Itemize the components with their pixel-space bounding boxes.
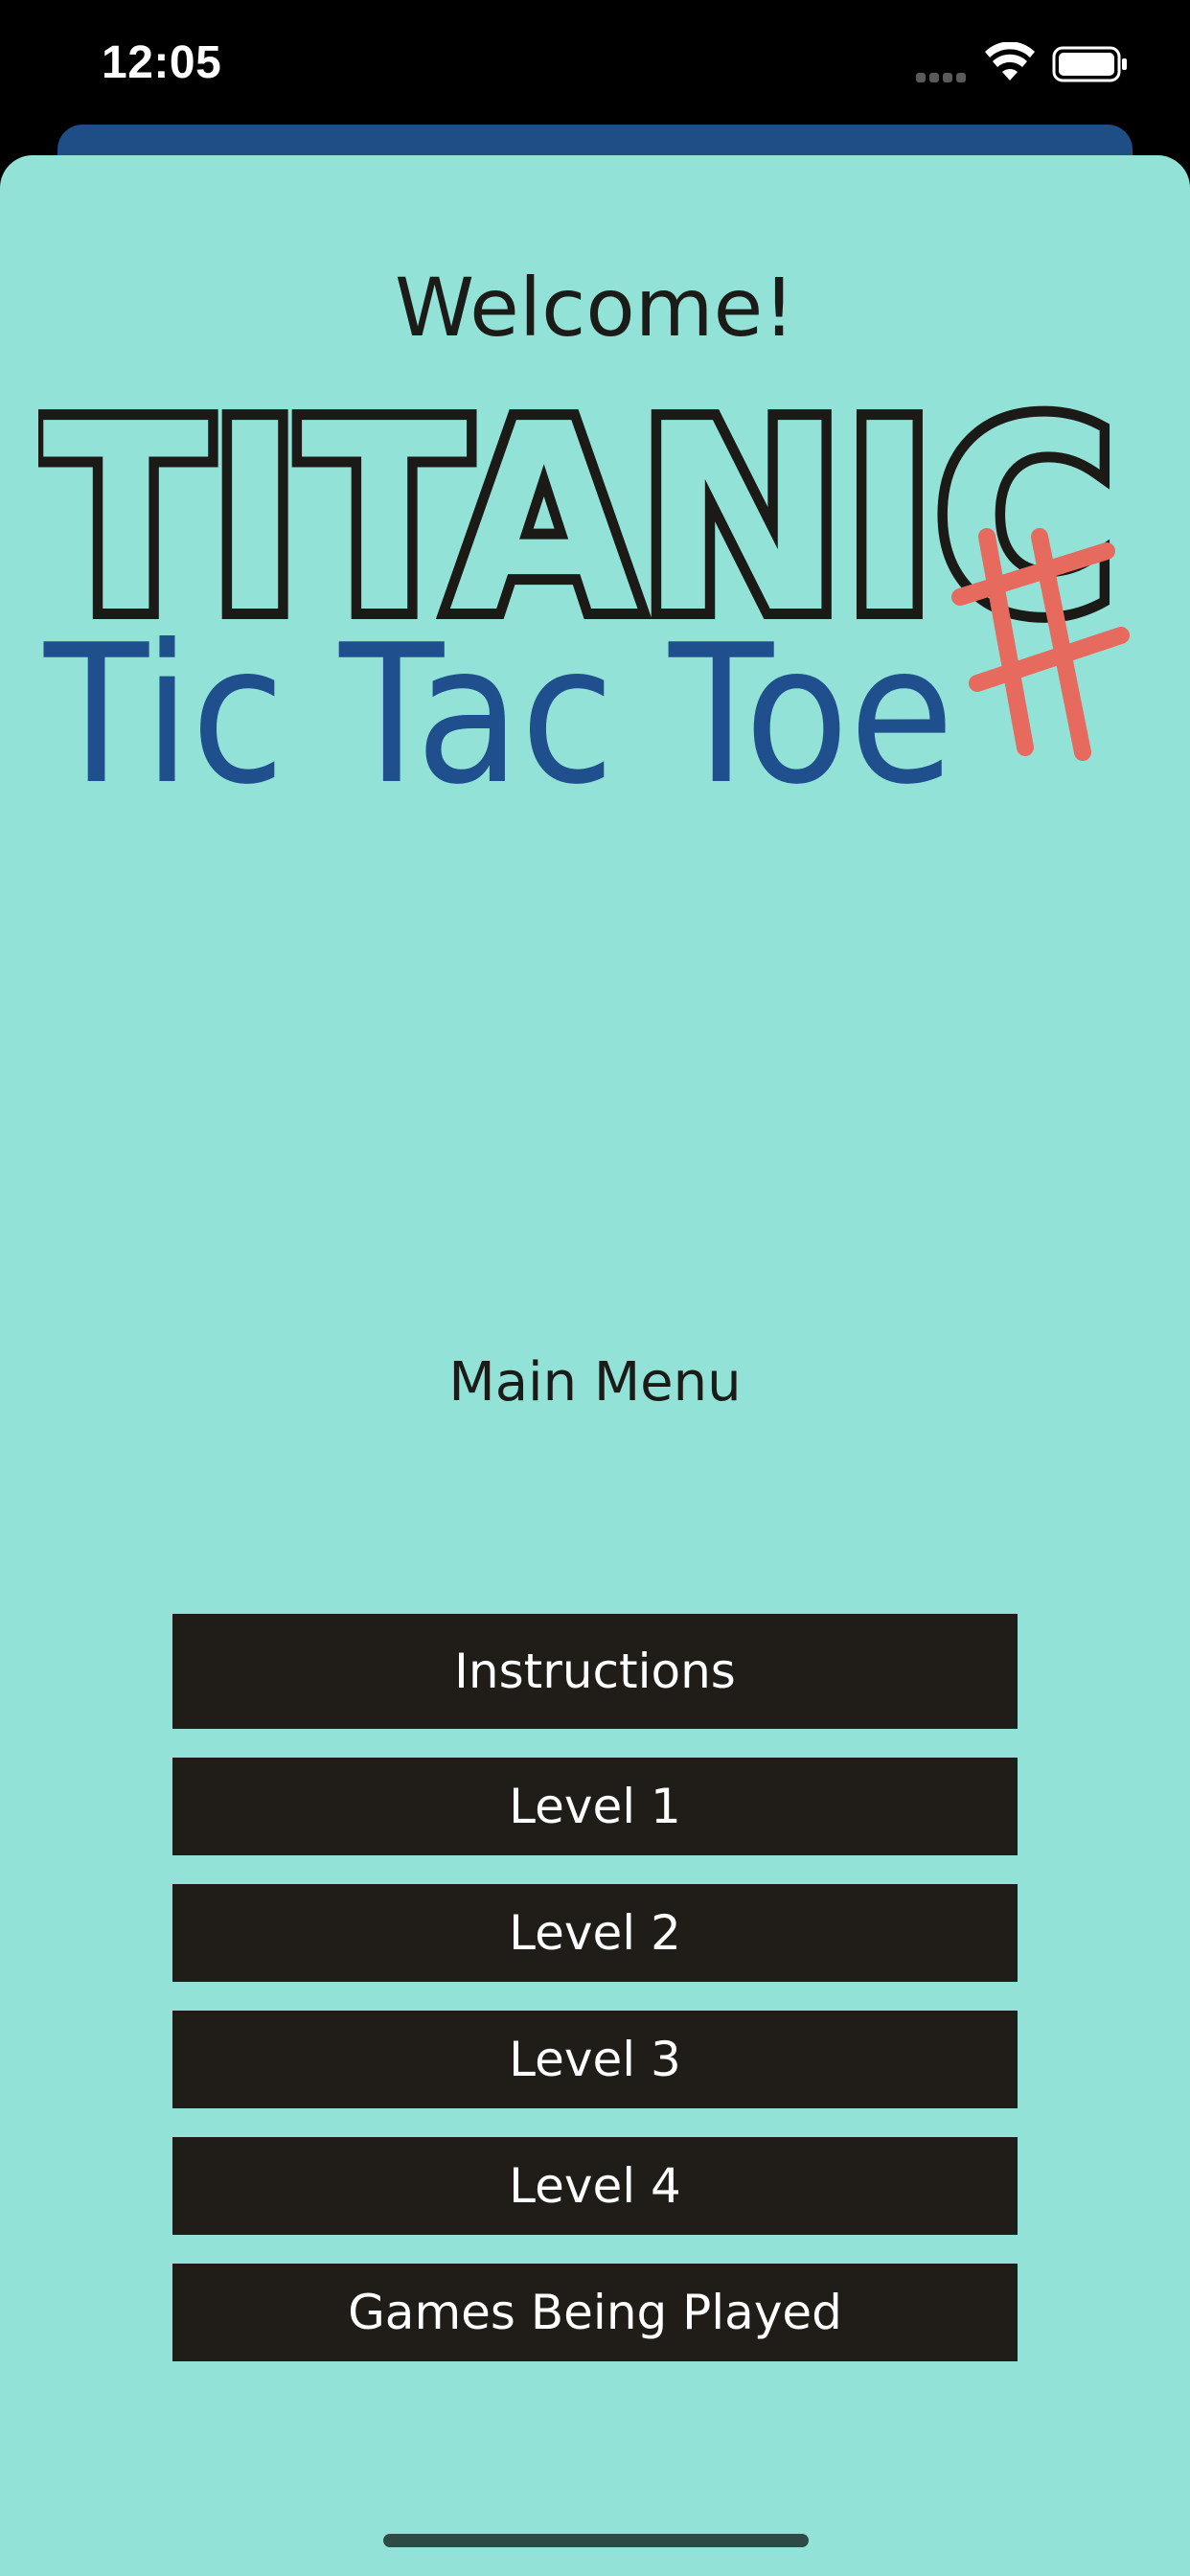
level-4-button[interactable]: Level 4 [172, 2137, 1018, 2235]
signal-icon [916, 70, 972, 82]
level-3-button[interactable]: Level 3 [172, 2011, 1018, 2108]
instructions-button[interactable]: Instructions [172, 1614, 1018, 1729]
status-bar: 12:05 [0, 0, 1190, 134]
titanic-tic-tac-toe-logo: TITANIC Tic Tac Toe [38, 379, 1130, 819]
wifi-icon [985, 42, 1035, 80]
level-2-button[interactable]: Level 2 [172, 1884, 1018, 1982]
battery-icon [1052, 46, 1127, 82]
logo-subtitle: Tic Tac Toe [43, 604, 954, 819]
app-screen: 12:05 Welcome! TITANIC Tic Tac Toe Main … [0, 0, 1190, 2576]
home-indicator[interactable] [383, 2534, 809, 2547]
main-menu-title: Main Menu [448, 1351, 742, 1414]
status-time: 12:05 [102, 37, 222, 88]
welcome-heading: Welcome! [395, 261, 795, 355]
level-1-button[interactable]: Level 1 [172, 1758, 1018, 1855]
games-being-played-button[interactable]: Games Being Played [172, 2264, 1018, 2361]
